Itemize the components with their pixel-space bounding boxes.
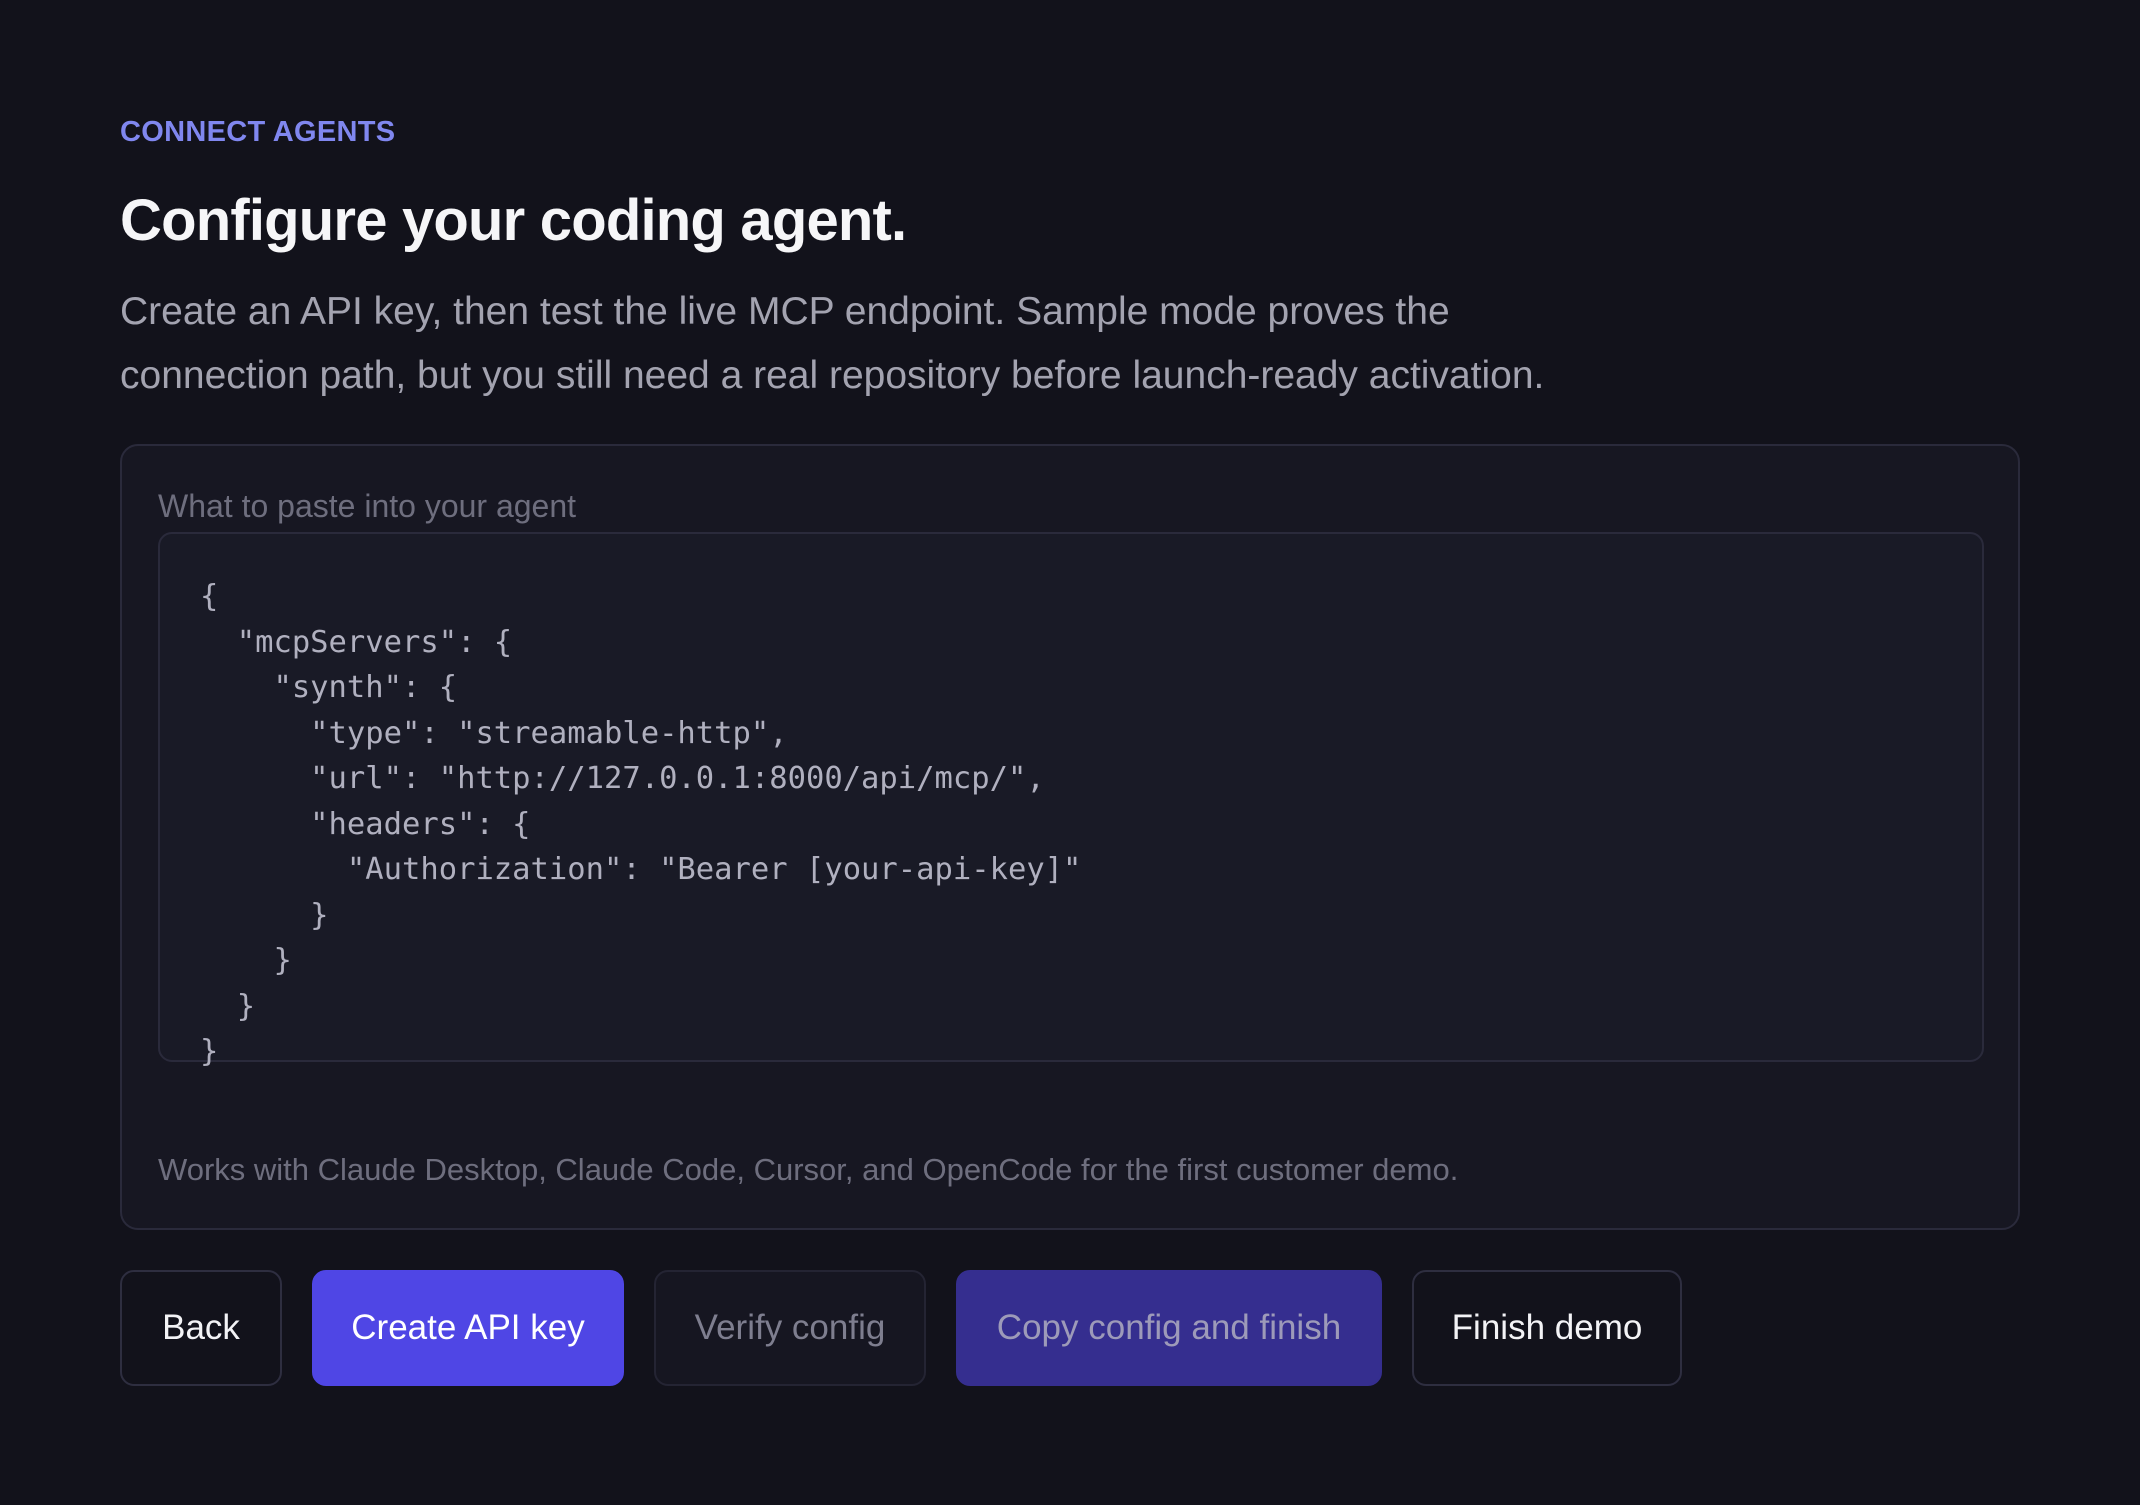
- subtitle-line-2: connection path, but you still need a re…: [120, 354, 1545, 397]
- create-api-key-button[interactable]: Create API key: [312, 1270, 624, 1386]
- action-bar: Back Create API key Verify config Copy c…: [120, 1270, 1682, 1386]
- config-code-block[interactable]: { "mcpServers": { "synth": { "type": "st…: [158, 532, 1984, 1069]
- config-code-text[interactable]: { "mcpServers": { "synth": { "type": "st…: [200, 574, 1081, 1075]
- verify-config-button[interactable]: Verify config: [654, 1270, 926, 1386]
- copy-config-and-finish-button[interactable]: Copy config and finish: [956, 1270, 1382, 1386]
- page-subtitle: Create an API key, then test the live MC…: [120, 280, 1680, 408]
- connect-agents-page: CONNECT AGENTS Configure your coding age…: [0, 0, 2140, 1505]
- section-eyebrow: CONNECT AGENTS: [120, 116, 396, 148]
- subtitle-line-1: Create an API key, then test the live MC…: [120, 290, 1450, 333]
- back-button[interactable]: Back: [120, 1270, 282, 1386]
- finish-demo-button[interactable]: Finish demo: [1412, 1270, 1682, 1386]
- config-panel: What to paste into your agent { "mcpServ…: [120, 444, 2020, 1230]
- page-title: Configure your coding agent.: [120, 188, 907, 253]
- config-panel-label: What to paste into your agent: [158, 488, 577, 524]
- compatibility-note: Works with Claude Desktop, Claude Code, …: [158, 1152, 1459, 1187]
